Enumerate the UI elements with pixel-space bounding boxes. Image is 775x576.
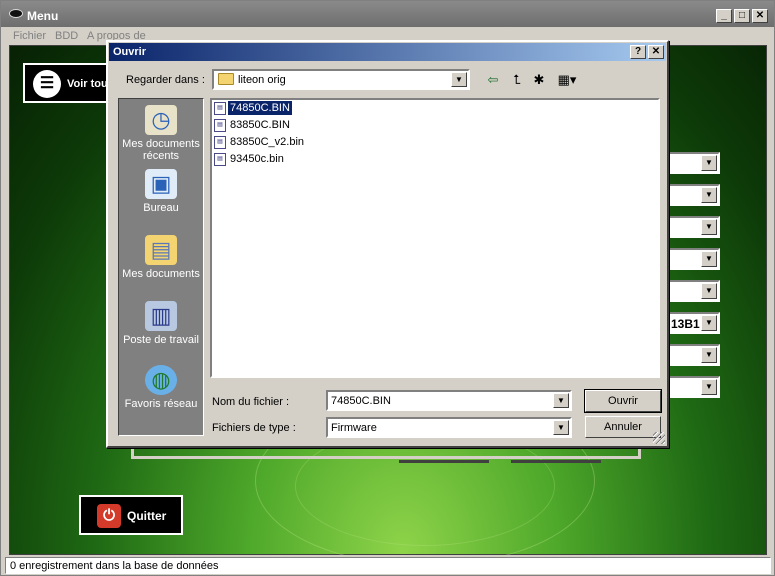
dialog-close-button[interactable]: ✕: [648, 45, 664, 59]
chevron-down-icon[interactable]: ▼: [701, 315, 717, 331]
folder-icon: [218, 73, 234, 85]
power-icon: ⏻: [97, 504, 121, 528]
chevron-down-icon[interactable]: ▼: [553, 420, 569, 435]
field-combo-1[interactable]: ▼: [667, 152, 720, 174]
chevron-down-icon[interactable]: ▼: [701, 155, 717, 171]
dialog-controls: ? ✕: [630, 45, 664, 59]
up-folder-icon[interactable]: ⮤: [508, 72, 526, 88]
quitter-button[interactable]: ⏻ Quitter: [79, 495, 183, 535]
network-globe-icon: ◍: [145, 365, 177, 395]
open-dialog: Ouvrir ? ✕ Regarder dans : liteon orig ▼…: [106, 40, 669, 448]
file-item[interactable]: ▤ 83850C_v2.bin: [214, 134, 306, 150]
file-item[interactable]: ▤ 93450c.bin: [214, 151, 286, 167]
look-in-combo[interactable]: liteon orig ▼: [212, 69, 470, 90]
look-in-label: Regarder dans :: [126, 74, 205, 86]
place-network[interactable]: ◍ Favoris réseau: [119, 365, 203, 410]
dialog-title: Ouvrir: [113, 46, 147, 58]
place-label: Poste de travail: [123, 334, 199, 346]
filetype-label: Fichiers de type :: [212, 422, 296, 434]
status-bar: 0 enregistrement dans la base de données: [5, 557, 771, 574]
field-combo-5[interactable]: ▼: [667, 280, 720, 302]
field-combo-3[interactable]: ▼: [667, 216, 720, 238]
file-item[interactable]: ▤ 74850C.BIN: [214, 100, 293, 116]
place-desktop[interactable]: ▣ Bureau: [119, 169, 203, 214]
field-combo-8[interactable]: ▼: [667, 376, 720, 398]
chevron-down-icon[interactable]: ▼: [701, 251, 717, 267]
file-item[interactable]: ▤ 83850C.BIN: [214, 117, 292, 133]
cancel-button[interactable]: Annuler: [585, 416, 661, 438]
file-icon: ▤: [214, 101, 226, 115]
place-recent-documents[interactable]: ◷ Mes documents récents: [119, 105, 203, 162]
place-my-documents[interactable]: ▤ Mes documents: [119, 235, 203, 280]
desktop-icon: ▣: [145, 169, 177, 199]
panel-divider: [399, 460, 489, 463]
chevron-down-icon[interactable]: ▼: [701, 219, 717, 235]
chevron-down-icon[interactable]: ▼: [701, 379, 717, 395]
maximize-button[interactable]: □: [734, 9, 750, 23]
recent-documents-icon: ◷: [145, 105, 177, 135]
field-combo-6[interactable]: 13B1 ▼: [667, 312, 720, 334]
field-combo-4[interactable]: ▼: [667, 248, 720, 270]
app-icon: [9, 9, 23, 18]
field-combo-7[interactable]: ▼: [667, 344, 720, 366]
places-bar: ◷ Mes documents récents ▣ Bureau ▤ Mes d…: [118, 98, 204, 436]
file-list[interactable]: ▤ 74850C.BIN ▤ 83850C.BIN ▤ 83850C_v2.bi…: [210, 98, 660, 378]
file-icon: ▤: [214, 118, 226, 132]
open-button[interactable]: Ouvrir: [584, 389, 662, 413]
minimize-button[interactable]: _: [716, 9, 732, 23]
back-arrow-icon[interactable]: ⇦: [484, 72, 502, 88]
place-my-computer[interactable]: ▥ Poste de travail: [119, 301, 203, 346]
close-button[interactable]: ✕: [752, 9, 768, 23]
panel-divider: [511, 460, 601, 463]
window-controls: _ □ ✕: [716, 9, 768, 23]
place-label: Bureau: [143, 202, 179, 214]
menu-fichier[interactable]: Fichier: [13, 30, 46, 42]
file-icon: ▤: [214, 152, 226, 166]
filetype-select[interactable]: Firmware ▼: [326, 417, 572, 438]
chevron-down-icon[interactable]: ▼: [701, 283, 717, 299]
computer-icon: ▥: [145, 301, 177, 331]
help-button[interactable]: ?: [630, 45, 646, 59]
menu-bdd[interactable]: BDD: [55, 30, 78, 42]
place-label: Favoris réseau: [124, 398, 198, 410]
main-titlebar[interactable]: Menu _ □ ✕: [1, 1, 774, 27]
dialog-titlebar[interactable]: Ouvrir ? ✕: [109, 43, 666, 61]
resize-grip[interactable]: [653, 432, 665, 444]
file-icon: ▤: [214, 135, 226, 149]
chevron-down-icon[interactable]: ▼: [701, 187, 717, 203]
voir-tout-label: Voir tou: [67, 78, 108, 90]
filename-label: Nom du fichier :: [212, 396, 290, 408]
chevron-down-icon[interactable]: ▼: [553, 393, 569, 408]
my-documents-icon: ▤: [145, 235, 177, 265]
look-in-value: liteon orig: [238, 74, 286, 86]
new-folder-icon[interactable]: ✱: [530, 72, 548, 88]
main-title: Menu: [27, 9, 59, 23]
chevron-down-icon[interactable]: ▼: [701, 347, 717, 363]
filename-input[interactable]: 74850C.BIN ▼: [326, 390, 572, 411]
place-label: Mes documents: [122, 268, 200, 280]
place-label: Mes documents récents: [122, 138, 200, 162]
field-combo-2[interactable]: ▼: [667, 184, 720, 206]
books-icon: ☰: [33, 70, 61, 98]
views-menu-icon[interactable]: ▦▾: [554, 72, 580, 88]
quitter-label: Quitter: [127, 509, 167, 523]
chevron-down-icon[interactable]: ▼: [451, 72, 467, 87]
